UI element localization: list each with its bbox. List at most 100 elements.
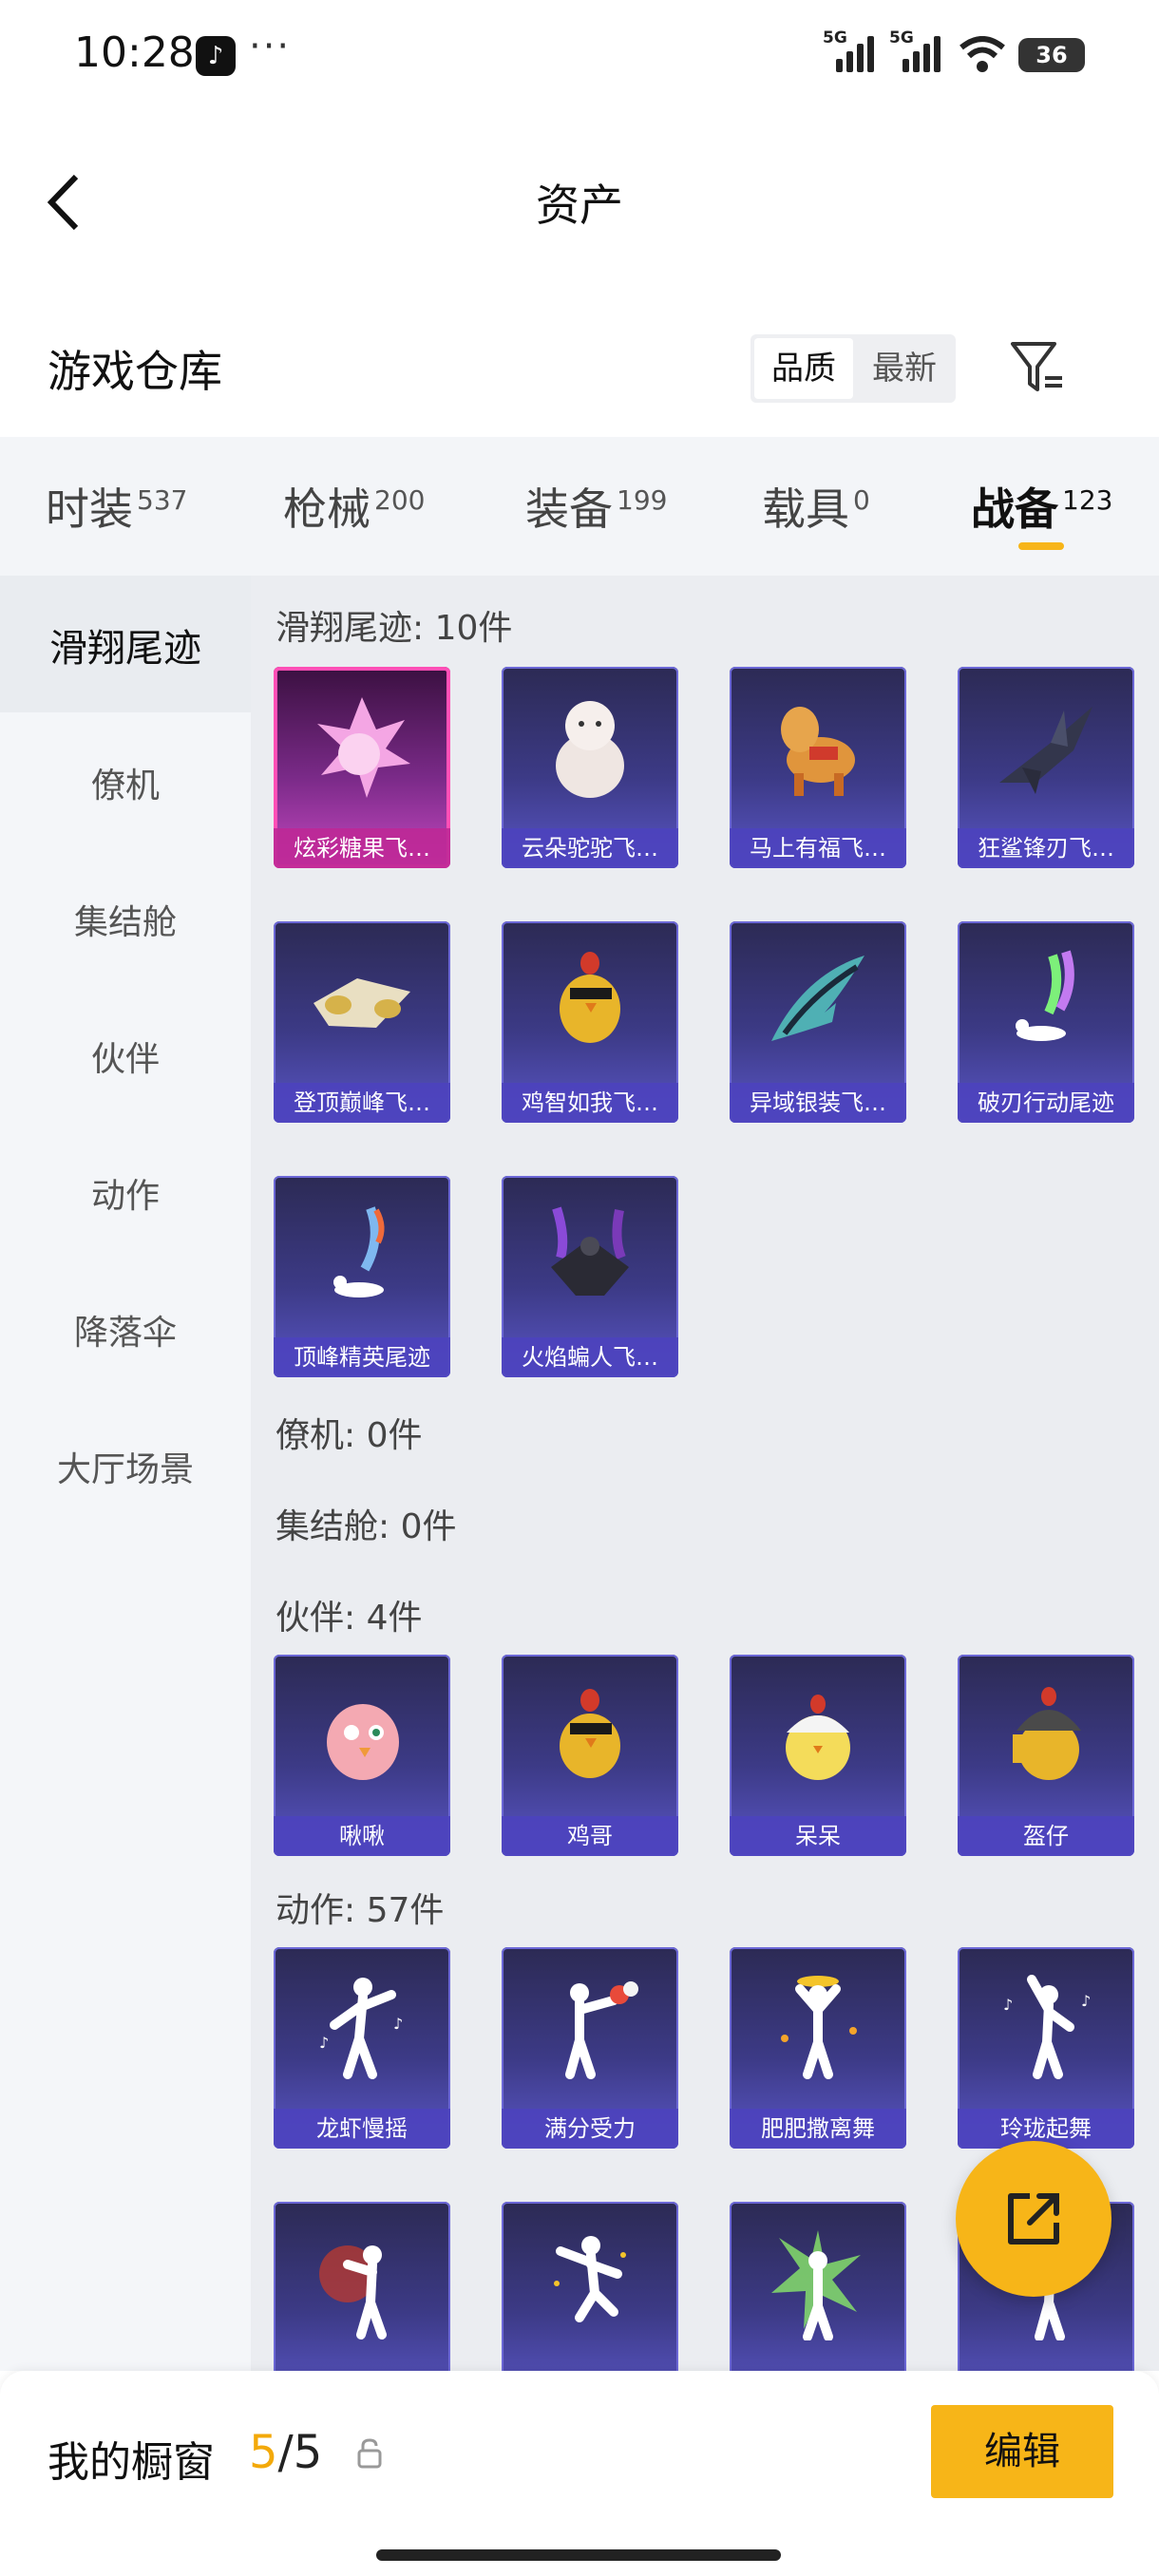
candy-glider-icon [317, 697, 410, 798]
item-card[interactable]: 云朵驼驼飞… [502, 667, 678, 868]
item-label: 盔仔 [958, 1816, 1134, 1856]
item-card[interactable]: 火焰蝙人飞… [502, 1176, 678, 1377]
signal-icon: 5G [823, 28, 880, 72]
tab-label: 枪械 [283, 483, 370, 535]
section-title-wingman: 僚机: 0件 [276, 1416, 423, 1455]
item-label: 云朵驼驼飞… [502, 828, 678, 868]
tab-count: 0 [853, 483, 870, 516]
chick-icon [786, 1695, 850, 1780]
item-card[interactable]: 啾啾 [274, 1655, 450, 1856]
section-title-capsule: 集结舱: 0件 [276, 1507, 457, 1546]
page-title: 资产 [536, 180, 623, 231]
item-label: 呆呆 [730, 1816, 906, 1856]
dance-figure-icon [781, 1976, 857, 2079]
tab-label: 战备 [971, 483, 1058, 535]
active-tab-indicator [1018, 542, 1064, 550]
showcase-label: 我的橱窗 [48, 2438, 215, 2487]
item-card[interactable]: ♪ ♪ 龙虾慢摇 [274, 1947, 450, 2149]
trail-effect-icon [333, 1206, 385, 1297]
item-card[interactable] [730, 2202, 906, 2371]
item-card[interactable]: 顶峰精英尾迹 [274, 1176, 450, 1377]
section-title-emote: 动作: 57件 [276, 1891, 445, 1930]
section-title-partner: 伙伴: 4件 [276, 1599, 423, 1638]
sort-quality-button[interactable]: 品质 [754, 338, 853, 399]
tab-count: 123 [1062, 483, 1113, 516]
signal-label: 5G [823, 28, 847, 47]
lock-icon [357, 2438, 382, 2469]
item-label: 顶峰精英尾迹 [274, 1337, 450, 1377]
showcase-bar: 我的橱窗 5/5 编辑 [0, 2371, 1159, 2576]
item-card[interactable]: 肥肥撒离舞 [730, 1947, 906, 2149]
item-card[interactable]: 满分受力 [502, 1947, 678, 2149]
home-indicator [376, 2549, 781, 2561]
svg-text:♪: ♪ [1003, 1996, 1013, 2014]
tab-label: 装备 [525, 483, 613, 535]
item-label: 鸡哥 [502, 1816, 678, 1856]
item-card[interactable]: 异域银装飞… [730, 921, 906, 1123]
item-card[interactable]: 炫彩糖果飞… [274, 667, 450, 868]
sidebar-item-emote[interactable]: 动作 [0, 1168, 251, 1218]
horse-glider-icon [781, 707, 855, 796]
helmet-chick-icon [1013, 1687, 1081, 1780]
item-label: 满分受力 [502, 2109, 678, 2149]
chicken-bro-icon [560, 1689, 620, 1778]
showcase-count: 5/5 [249, 2426, 322, 2479]
item-label: 鸡智如我飞… [502, 1083, 678, 1123]
tab-fashion[interactable]: 时装 537 [46, 475, 187, 538]
item-card[interactable]: 登顶巅峰飞… [274, 921, 450, 1123]
showcase-current: 5 [249, 2426, 278, 2479]
item-card[interactable] [274, 2202, 450, 2371]
edit-button[interactable]: 编辑 [931, 2405, 1113, 2498]
filter-icon[interactable] [1009, 338, 1066, 395]
tab-label: 载具 [762, 483, 849, 535]
summit-glider-icon [314, 978, 410, 1028]
dance-figure-icon: ♪♪ [1003, 1975, 1091, 2079]
tab-combat-gear[interactable]: 战备 123 [971, 475, 1112, 538]
sidebar-item-partner[interactable]: 伙伴 [0, 1032, 251, 1081]
item-card[interactable]: 盔仔 [958, 1655, 1134, 1856]
item-card[interactable]: ♪ ♪ 玲珑起舞 [958, 1947, 1134, 2149]
sidebar-item-parachute[interactable]: 降落伞 [0, 1305, 251, 1354]
item-label: 龙虾慢摇 [274, 2109, 450, 2149]
item-card[interactable] [502, 2202, 678, 2371]
item-label: 破刃行动尾迹 [958, 1083, 1134, 1123]
tab-firearms[interactable]: 枪械 200 [283, 475, 425, 538]
item-card[interactable]: 马上有福飞… [730, 667, 906, 868]
tab-label: 时装 [46, 483, 133, 535]
tab-vehicles[interactable]: 载具 0 [762, 475, 870, 538]
share-button[interactable] [956, 2141, 1112, 2297]
item-card[interactable]: 鸡智如我飞… [502, 921, 678, 1123]
more-dots-icon: ··· [249, 25, 292, 68]
svg-text:♪: ♪ [319, 2034, 329, 2052]
svg-text:♪: ♪ [1081, 1992, 1091, 2010]
sidebar-item-capsule[interactable]: 集结舱 [0, 895, 251, 944]
sidebar-item-lobby-scene[interactable]: 大厅场景 [0, 1442, 251, 1491]
dance-figure-icon [319, 2245, 387, 2339]
silver-wing-glider-icon [771, 956, 864, 1041]
warehouse-title: 游戏仓库 [48, 346, 222, 397]
item-label: 肥肥撒离舞 [730, 2109, 906, 2149]
alpaca-glider-icon [556, 701, 624, 798]
item-card[interactable]: 破刃行动尾迹 [958, 921, 1134, 1123]
item-label: 炫彩糖果飞… [274, 828, 450, 868]
signal-label-2: 5G [889, 28, 914, 47]
dance-figure-icon: ♪♪ [319, 1978, 403, 2079]
item-card[interactable]: 狂鲨锋刃飞… [958, 667, 1134, 868]
tab-count: 199 [617, 483, 668, 516]
bat-glider-icon [551, 1206, 629, 1296]
item-card[interactable]: 呆呆 [730, 1655, 906, 1856]
item-card[interactable]: 鸡哥 [502, 1655, 678, 1856]
sort-newest-button[interactable]: 最新 [855, 338, 954, 399]
sidebar-item-wingman[interactable]: 僚机 [0, 758, 251, 807]
sidebar-item-glide-trail[interactable]: 滑翔尾迹 [0, 617, 251, 672]
shark-glider-icon [999, 707, 1092, 794]
status-time: 10:28 [74, 28, 195, 77]
tab-count: 537 [137, 483, 188, 516]
tiktok-icon: ♪ [196, 36, 236, 76]
tab-equipment[interactable]: 装备 199 [525, 475, 667, 538]
share-icon [1008, 2193, 1059, 2245]
item-grid-area: 滑翔尾迹: 10件 炫彩糖果飞… 云朵驼驼飞… 马上有福飞… 狂鲨锋刃飞… 登顶… [251, 576, 1159, 2371]
signal-icon-2: 5G [889, 28, 946, 72]
sort-toggle: 品质 最新 [750, 334, 956, 403]
dance-figure-icon [554, 2236, 626, 2322]
